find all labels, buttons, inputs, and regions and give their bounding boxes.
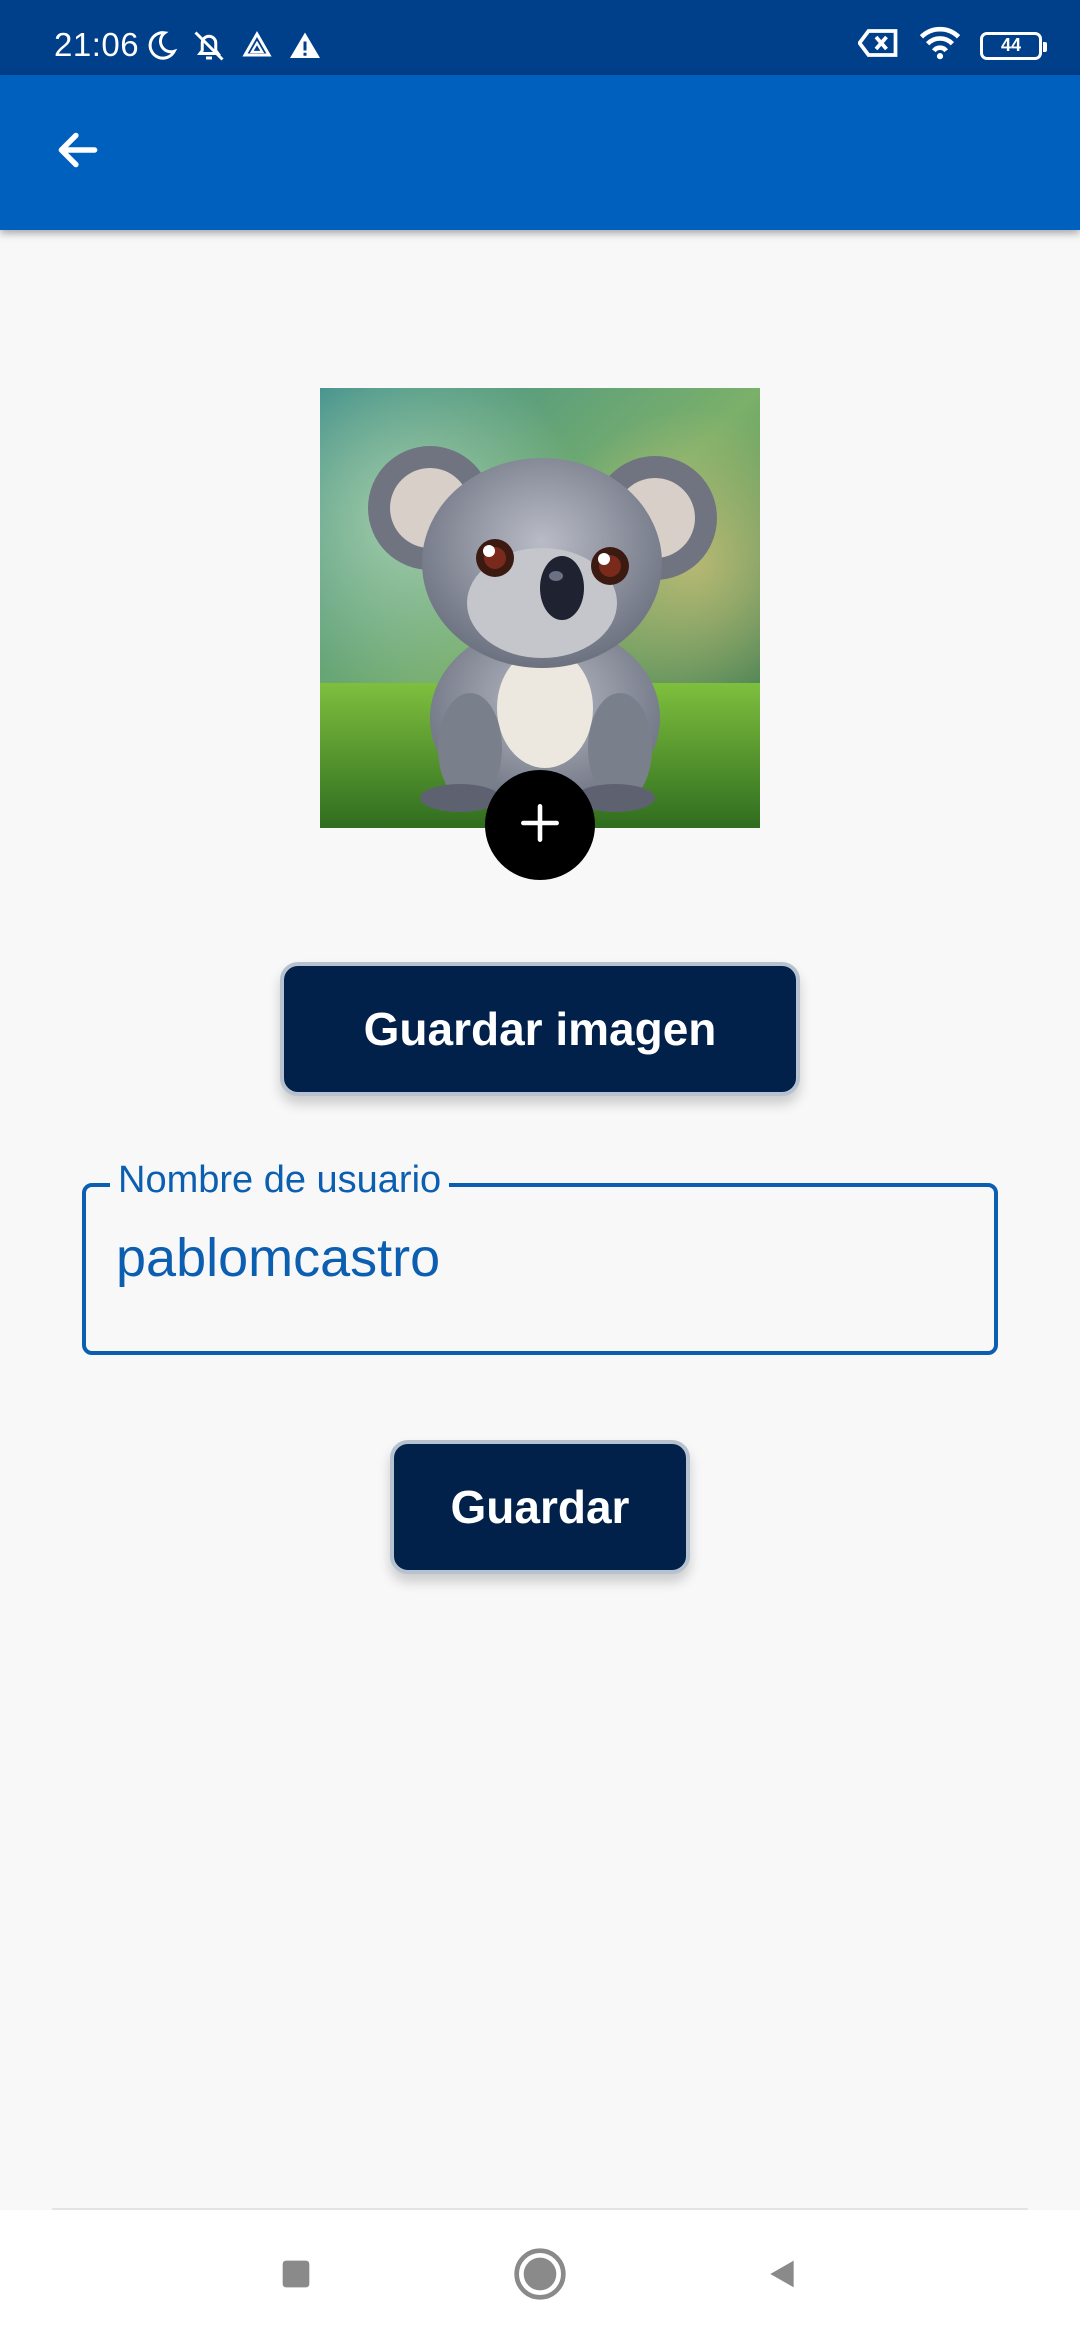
triangle-back-icon	[762, 2254, 802, 2299]
username-input[interactable]	[116, 1227, 956, 1289]
wifi-icon	[918, 26, 962, 65]
save-button[interactable]: Guardar	[390, 1440, 690, 1574]
app-bar	[0, 75, 1080, 230]
battery-icon: 44	[980, 31, 1047, 60]
bell-off-icon	[191, 28, 227, 69]
add-photo-button[interactable]	[485, 770, 595, 880]
status-right-icons: 44	[857, 26, 1047, 65]
sim-error-icon	[857, 27, 900, 64]
arrow-back-icon	[53, 125, 103, 180]
warning-icon	[287, 28, 323, 69]
battery-level: 44	[1000, 35, 1022, 55]
status-bar: 21:06 44	[0, 0, 1080, 75]
username-field[interactable]: Nombre de usuario	[82, 1159, 998, 1355]
save-image-button[interactable]: Guardar imagen	[280, 962, 800, 1096]
circle-icon	[512, 2246, 568, 2307]
recents-button[interactable]	[260, 2240, 332, 2312]
profile-image	[320, 388, 760, 828]
username-label: Nombre de usuario	[110, 1159, 450, 1202]
square-icon	[276, 2254, 316, 2299]
drive-icon	[239, 28, 275, 69]
koala-illustration	[320, 388, 760, 828]
status-time: 21:06	[54, 26, 140, 63]
plus-icon	[515, 798, 565, 853]
moon-icon	[143, 28, 179, 69]
back-button[interactable]	[38, 120, 118, 184]
nav-back-button[interactable]	[746, 2240, 818, 2312]
status-left-icons	[143, 28, 323, 69]
home-button[interactable]	[504, 2240, 576, 2312]
